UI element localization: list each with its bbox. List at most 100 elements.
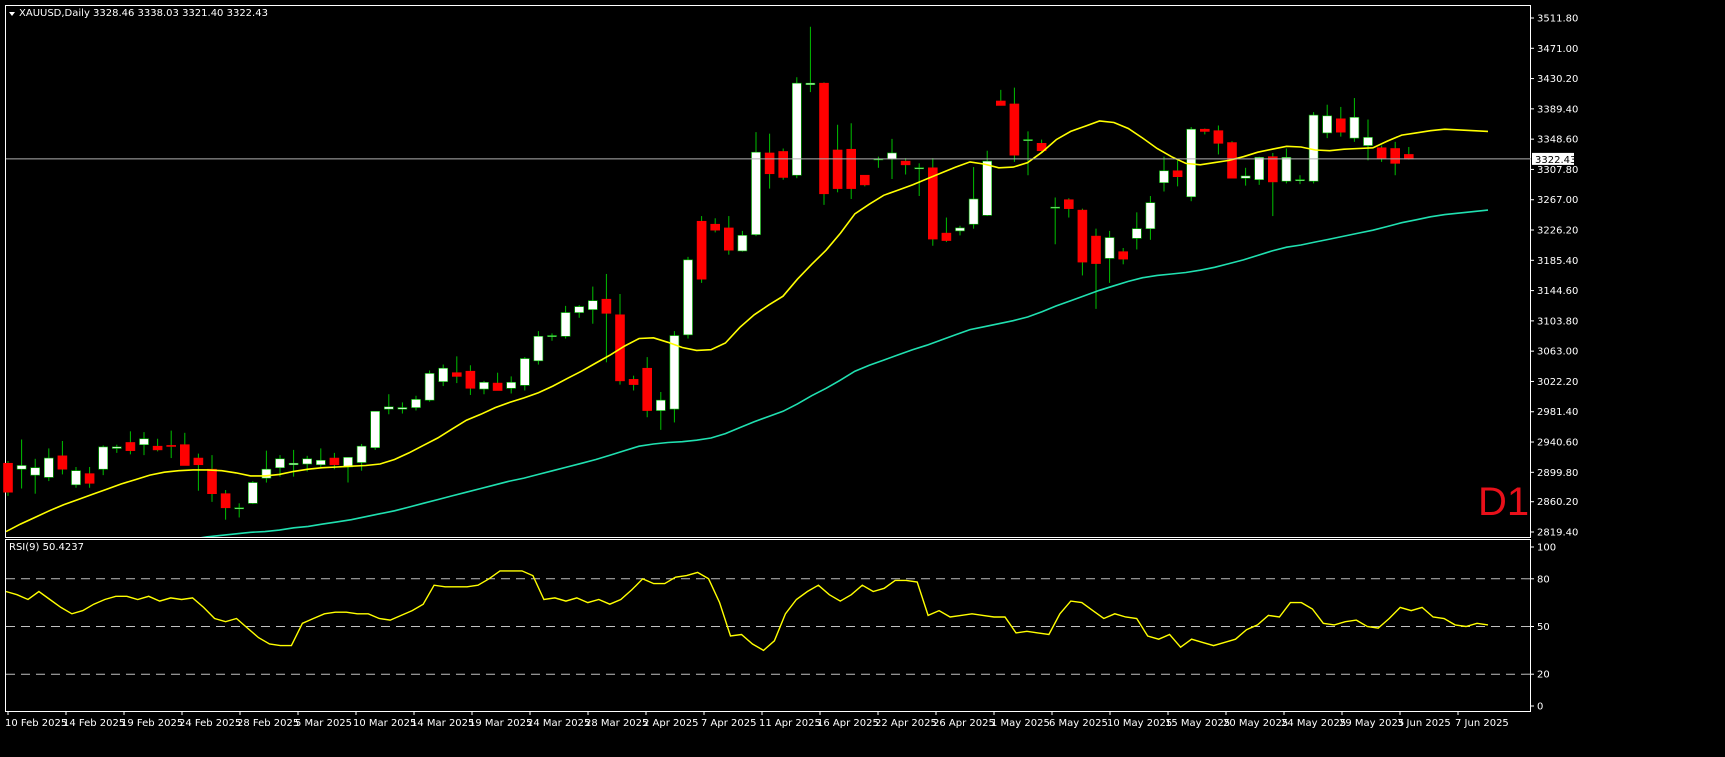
candle-body xyxy=(288,462,299,466)
candle-body xyxy=(547,335,557,337)
bull-candle xyxy=(98,445,108,476)
candle-body xyxy=(370,410,381,448)
time-tick-label: 29 May 2025 xyxy=(1339,718,1404,729)
chart-canvas: XAUUSD,Daily 3328.46 3338.03 3321.40 332… xyxy=(3,5,1578,729)
candle-body xyxy=(1050,206,1060,209)
time-tick-label: 3 Jun 2025 xyxy=(1397,718,1451,729)
bull-candle xyxy=(683,256,693,339)
candle-body xyxy=(764,152,775,175)
bull-candle xyxy=(370,410,381,450)
candle-body xyxy=(846,148,857,189)
time-tick-label: 15 May 2025 xyxy=(1165,718,1230,729)
time-tick-label: 22 Apr 2025 xyxy=(875,718,937,729)
moving-averages xyxy=(6,120,1489,537)
bull-candle xyxy=(261,450,272,483)
candle-body xyxy=(193,457,204,466)
time-tick-label: 10 Feb 2025 xyxy=(5,718,67,729)
candle-body xyxy=(43,457,54,478)
candle-body xyxy=(778,151,789,178)
bull-candle xyxy=(982,150,993,217)
bear-candle xyxy=(207,455,217,502)
rsi-panel-frame xyxy=(5,539,1531,712)
rsi-tick-label: 100 xyxy=(1537,543,1556,554)
candle-body xyxy=(628,379,639,385)
candle-body xyxy=(16,465,27,470)
candle-body xyxy=(57,455,68,470)
bull-candle xyxy=(533,331,544,365)
candle-body xyxy=(84,473,95,484)
time-tick-label: 16 Apr 2025 xyxy=(817,718,879,729)
bull-candle xyxy=(424,370,435,402)
bull-candle xyxy=(655,391,666,430)
bull-candle xyxy=(1254,156,1264,185)
price-tick-label: 2860.20 xyxy=(1537,497,1578,508)
price-tick-label: 2819.40 xyxy=(1537,528,1578,539)
candle-body xyxy=(533,336,544,362)
bull-candle xyxy=(968,167,979,229)
time-tick-label: 24 Mar 2025 xyxy=(527,718,590,729)
symbol-label: XAUUSD,Daily xyxy=(19,8,90,19)
candle-body xyxy=(914,167,925,170)
candle-body xyxy=(166,445,176,447)
candle-body xyxy=(1118,251,1128,260)
current-price-label: 3322.43 xyxy=(1535,155,1576,166)
candle-body xyxy=(955,227,965,232)
price-panel-frame xyxy=(5,5,1531,538)
rsi-indicator: 100 80 50 20 0 xyxy=(5,543,1556,713)
rsi-tick-label: 50 xyxy=(1537,622,1550,633)
price-tick-label: 2899.80 xyxy=(1537,468,1578,479)
candle-body xyxy=(1295,179,1305,181)
price-tick-label: 3471.00 xyxy=(1537,44,1578,55)
time-tick-label: 5 Mar 2025 xyxy=(295,718,352,729)
candle-body xyxy=(1104,237,1115,259)
bull-candle xyxy=(43,448,54,482)
bear-candle xyxy=(995,89,1006,106)
candle-body xyxy=(30,467,41,476)
candle-body xyxy=(832,149,843,189)
bull-candle xyxy=(343,457,353,483)
bear-candle xyxy=(846,123,857,199)
price-tick-label: 3022.20 xyxy=(1537,377,1578,388)
bull-candle xyxy=(574,305,585,318)
candle-body xyxy=(1254,157,1264,180)
bear-candle xyxy=(84,466,95,488)
time-tick-label: 14 Feb 2025 xyxy=(63,718,125,729)
bull-candle xyxy=(1281,148,1292,184)
time-tick-label: 6 May 2025 xyxy=(1049,718,1108,729)
bull-candle xyxy=(805,26,816,93)
bull-candle xyxy=(519,357,530,391)
candle-body xyxy=(1009,103,1020,156)
candle-body xyxy=(506,382,517,389)
bear-candle xyxy=(819,82,829,205)
candle-body xyxy=(696,220,707,280)
candle-body xyxy=(112,446,122,449)
time-tick-label: 10 May 2025 xyxy=(1107,718,1172,729)
bull-candle xyxy=(914,163,925,197)
bear-candle xyxy=(696,216,707,283)
price-tick-label: 3267.00 xyxy=(1537,195,1578,206)
bear-candle xyxy=(1036,139,1047,153)
candle-body xyxy=(1132,228,1142,239)
price-tick-label: 3348.60 xyxy=(1537,135,1578,146)
bear-candle xyxy=(941,217,952,243)
candle-body xyxy=(1200,128,1210,132)
bear-candle xyxy=(1172,160,1183,187)
bear-candle xyxy=(152,438,163,452)
candle-body xyxy=(302,458,313,465)
bull-candle xyxy=(438,364,449,387)
bear-candle xyxy=(601,273,612,363)
candle-body xyxy=(315,459,326,466)
candle-body xyxy=(1159,170,1169,183)
triangle-down-icon[interactable] xyxy=(9,12,15,16)
timeframe-badge: D1 xyxy=(1478,480,1529,524)
candle-body xyxy=(383,406,394,410)
bear-candle xyxy=(1200,128,1210,135)
bull-candle xyxy=(315,448,326,469)
candle-body xyxy=(125,442,136,451)
bear-candle xyxy=(1077,208,1088,276)
bear-candle xyxy=(57,440,68,475)
bull-candle xyxy=(234,503,244,518)
bull-candle xyxy=(1295,175,1305,185)
bull-candle xyxy=(1363,119,1373,161)
candle-body xyxy=(642,367,653,411)
